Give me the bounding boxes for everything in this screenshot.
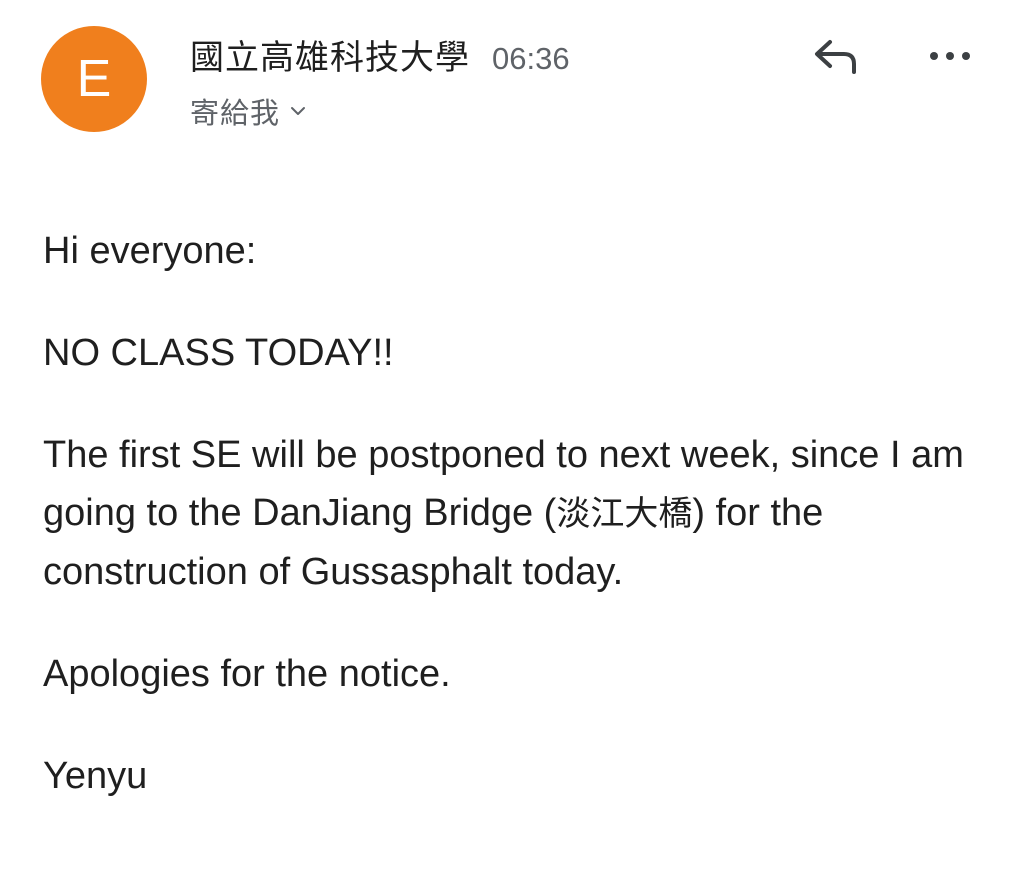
paragraph-text-part1: The first SE will be postponed to next w… [43, 434, 964, 534]
more-horizontal-icon [926, 49, 974, 67]
recipient-label: 寄給我 [190, 96, 281, 130]
reply-button[interactable] [806, 34, 866, 82]
paragraph-cjk-text: 淡江大橋 [556, 494, 693, 534]
chevron-down-icon [290, 103, 306, 119]
sent-time: 06:36 [492, 41, 570, 76]
sender-row: 國立高雄科技大學 06:36 [190, 30, 570, 79]
sender-name[interactable]: 國立高雄科技大學 [190, 30, 470, 79]
message-body: Hi everyone: NO CLASS TODAY!! The first … [43, 222, 993, 805]
sender-avatar[interactable]: E [41, 26, 147, 132]
message-apology: Apologies for the notice. [43, 653, 451, 695]
message-signature: Yenyu [43, 755, 148, 797]
message-paragraph: The first SE will be postponed to next w… [43, 426, 993, 601]
message-greeting: Hi everyone: [43, 230, 257, 272]
reply-icon [810, 36, 862, 81]
avatar-letter: E [76, 50, 112, 108]
email-header: E 國立高雄科技大學 06:36 寄給我 [0, 0, 1024, 150]
more-options-button[interactable] [920, 36, 980, 80]
recipient-details-toggle[interactable]: 寄給我 [190, 90, 306, 132]
message-headline: NO CLASS TODAY!! [43, 332, 394, 374]
